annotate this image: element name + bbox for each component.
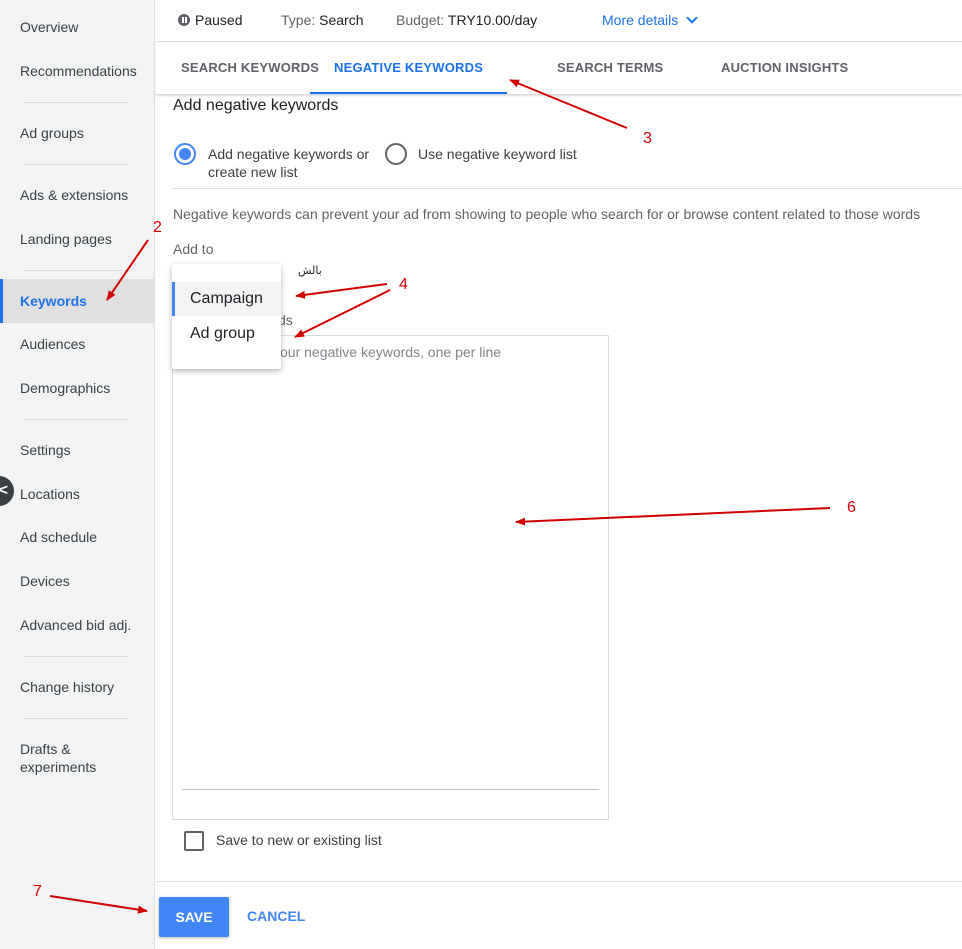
radio-add-negative-keywords[interactable] — [174, 143, 196, 165]
cancel-button[interactable]: CANCEL — [247, 908, 305, 924]
sidebar-item-locations[interactable]: Locations — [0, 485, 155, 503]
campaign-name-text: بالش — [298, 265, 322, 277]
annotation-number: 6 — [847, 499, 856, 516]
sidebar-item-ads-extensions[interactable]: Ads & extensions — [0, 186, 155, 204]
nav-divider — [24, 102, 128, 103]
negative-keywords-description: Negative keywords can prevent your ad fr… — [173, 206, 921, 222]
sidebar-item-devices[interactable]: Devices — [0, 572, 155, 590]
sidebar-item-ad-groups[interactable]: Ad groups — [0, 124, 155, 142]
sidebar-item-settings[interactable]: Settings — [0, 441, 155, 459]
nav-divider — [24, 718, 128, 719]
sidebar-item-change-history[interactable]: Change history — [0, 678, 155, 696]
sidebar-item-keywords[interactable]: Keywords — [0, 279, 155, 323]
sidebar-item-overview[interactable]: Overview — [0, 18, 155, 36]
save-button[interactable]: SAVE — [159, 897, 229, 937]
radio-use-negative-keyword-list[interactable] — [385, 143, 407, 165]
sidebar-item-advanced-bid-adj[interactable]: Advanced bid adj. — [0, 616, 155, 634]
nav-divider — [24, 164, 128, 165]
textarea-placeholder: our negative keywords, one per line — [280, 344, 502, 360]
annotation-arrow-4a — [295, 283, 388, 299]
annotation-number: 2 — [153, 219, 162, 236]
more-details-label: More details — [602, 12, 679, 28]
footer-divider — [156, 881, 962, 882]
negative-keywords-textarea[interactable]: our negative keywords, one per line — [172, 335, 609, 820]
sidebar-item-ad-schedule[interactable]: Ad schedule — [0, 528, 155, 546]
section-title: Add negative keywords — [173, 97, 339, 114]
campaign-status-bar: Paused Type: Search Budget: TRY10.00/day… — [156, 0, 962, 42]
annotation-arrow-4b — [294, 289, 391, 338]
sidebar-nav: Overview Recommendations Ad groups Ads &… — [0, 0, 155, 949]
radio-label-line: create new list — [208, 164, 298, 180]
sidebar-item-label: experiments — [20, 759, 97, 775]
annotation-number: 7 — [33, 883, 42, 900]
campaign-type: Type: Search — [281, 11, 364, 29]
nav-divider — [24, 656, 128, 657]
sidebar-item-label: Drafts & — [20, 741, 71, 757]
save-to-list-label[interactable]: Save to new or existing list — [216, 832, 382, 848]
radio-label-line: Add negative keywords or — [208, 146, 370, 162]
dropdown-option-ad-group[interactable]: Ad group — [172, 317, 281, 351]
type-label: Type: — [281, 12, 316, 28]
campaign-budget: Budget: TRY10.00/day — [396, 11, 537, 29]
save-to-list-checkbox[interactable] — [184, 831, 204, 851]
annotation-number: 4 — [399, 276, 408, 293]
sidebar-item-recommendations[interactable]: Recommendations — [0, 62, 155, 80]
sidebar-item-demographics[interactable]: Demographics — [0, 379, 155, 397]
chevron-down-icon — [686, 12, 698, 24]
nav-divider — [24, 270, 128, 271]
dropdown-option-campaign[interactable]: Campaign — [172, 282, 281, 316]
textarea-underline — [182, 789, 599, 790]
tab-negative-keywords[interactable]: NEGATIVE KEYWORDS — [310, 42, 508, 94]
keyword-tabs: SEARCH KEYWORDS NEGATIVE KEYWORDS SEARCH… — [156, 42, 962, 95]
type-value: Search — [319, 12, 364, 28]
status-indicator: Paused — [178, 11, 242, 29]
tab-search-terms[interactable]: SEARCH TERMS — [557, 42, 663, 94]
nav-divider — [24, 419, 128, 420]
sidebar-item-landing-pages[interactable]: Landing pages — [0, 230, 155, 248]
chevron-left-icon: < — [0, 482, 8, 499]
budget-value: TRY10.00/day — [447, 12, 538, 28]
budget-label: Budget: — [396, 12, 445, 28]
add-to-label: Add to — [173, 241, 214, 257]
tab-auction-insights[interactable]: AUCTION INSIGHTS — [721, 42, 848, 94]
sidebar-item-drafts-experiments[interactable]: Drafts & experiments — [0, 740, 155, 776]
sidebar-item-audiences[interactable]: Audiences — [0, 335, 155, 353]
tab-search-keywords[interactable]: SEARCH KEYWORDS — [181, 42, 319, 94]
more-details-link[interactable]: More details — [602, 11, 698, 29]
divider — [172, 188, 962, 189]
radio-use-negative-keyword-list-label[interactable]: Use negative keyword list — [418, 145, 577, 163]
add-to-dropdown-menu: Campaign Ad group — [172, 264, 281, 369]
radio-add-negative-keywords-label[interactable]: Add negative keywords or create new list — [208, 145, 369, 181]
status-text: Paused — [195, 12, 243, 28]
annotation-number: 3 — [643, 130, 652, 147]
pause-icon — [178, 14, 190, 26]
